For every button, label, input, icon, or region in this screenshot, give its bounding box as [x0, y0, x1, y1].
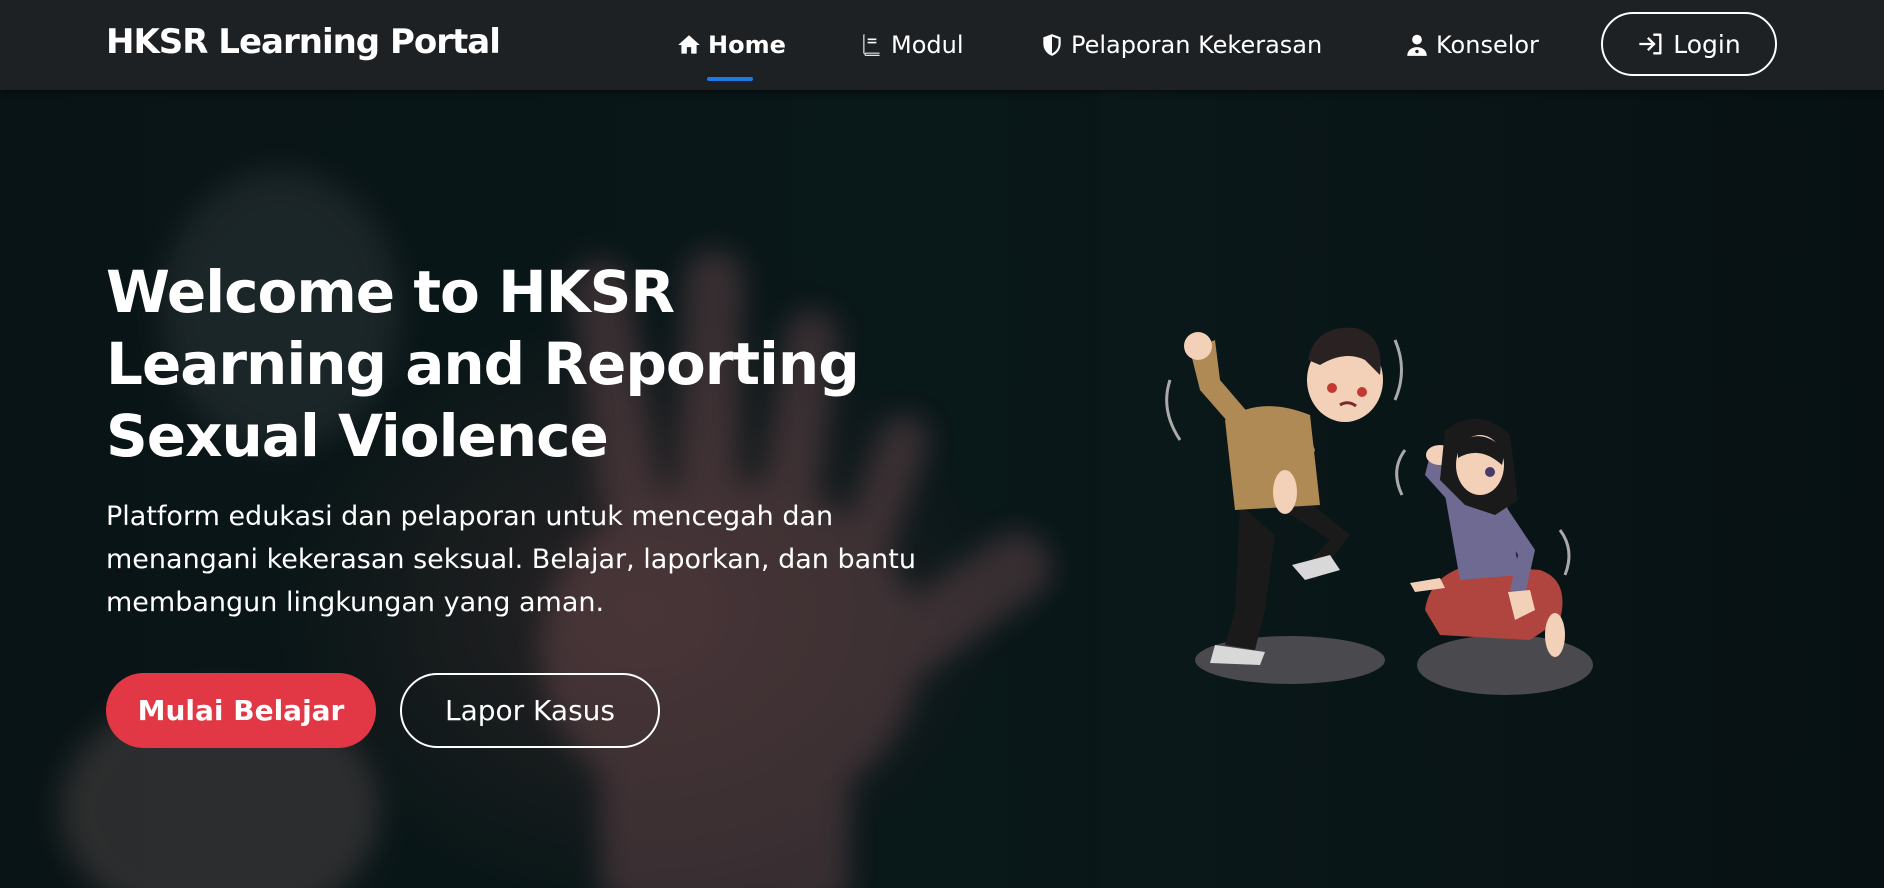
hero-section: Welcome to HKSR Learning and Reporting S…	[0, 90, 1884, 888]
hero-title: Welcome to HKSR Learning and Reporting S…	[106, 258, 860, 470]
navbar: HKSR Learning Portal Home Modul Pelapora…	[0, 0, 1884, 90]
violence-illustration	[1165, 327, 1593, 695]
shield-icon	[1043, 34, 1061, 56]
hero-description: Platform edukasi dan pelaporan untuk men…	[106, 501, 916, 618]
sign-in-icon	[1639, 33, 1662, 55]
nav-item-modul[interactable]: Modul	[859, 28, 964, 62]
brand-logo[interactable]: HKSR Learning Portal	[106, 22, 501, 62]
login-button[interactable]: Login	[1601, 12, 1777, 76]
active-nav-indicator	[707, 77, 753, 81]
nav-item-pelaporan[interactable]: Pelaporan Kekerasan	[1039, 28, 1322, 62]
nav-item-konselor[interactable]: Konselor	[1404, 28, 1539, 62]
nav-item-home[interactable]: Home	[676, 28, 786, 62]
nav-item-label: Pelaporan Kekerasan	[1071, 31, 1323, 59]
hand-background-image	[0, 90, 1100, 888]
start-learning-button[interactable]: Mulai Belajar	[106, 673, 376, 748]
report-case-button[interactable]: Lapor Kasus	[400, 673, 660, 748]
book-icon	[863, 34, 880, 56]
nav-item-label: Konselor	[1436, 31, 1539, 59]
home-icon	[678, 35, 700, 54]
nav-item-label: Modul	[891, 31, 964, 59]
login-label: Login	[1673, 29, 1741, 59]
nav-item-label: Home	[708, 31, 786, 59]
doctor-icon	[1407, 34, 1427, 56]
